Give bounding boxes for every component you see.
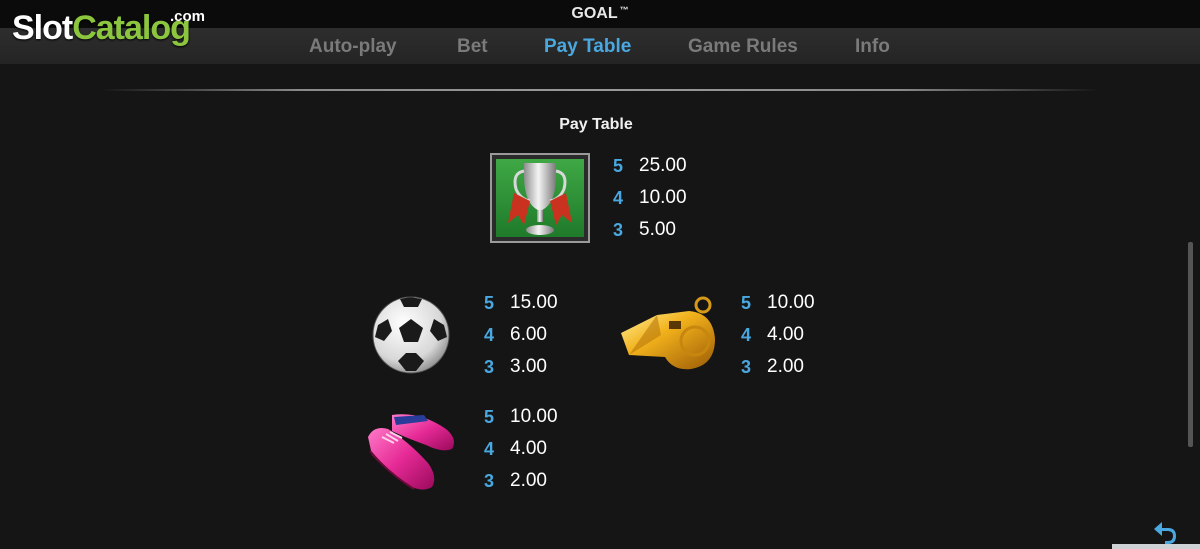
pay-value: 2.00 [510, 470, 547, 491]
pay-count: 4 [613, 188, 624, 208]
pay-value: 5.00 [639, 219, 676, 240]
paytable-title: Pay Table [559, 116, 633, 133]
pay-count: 5 [484, 407, 495, 427]
tab-pay-table[interactable]: Pay Table [544, 36, 631, 58]
header-divider [100, 89, 1100, 91]
logo-slot-text: Slot [12, 9, 73, 47]
back-arrow-icon [1154, 522, 1176, 544]
game-title-text: GOAL [571, 5, 618, 22]
tab-game-rules[interactable]: Game Rules [688, 36, 798, 58]
pay-count: 3 [613, 220, 624, 240]
slotcatalog-logo: SlotCatalog [12, 9, 191, 48]
pay-count: 4 [484, 325, 495, 345]
pay-value: 2.00 [767, 356, 804, 377]
scrollbar[interactable] [1188, 72, 1194, 472]
pay-count: 3 [484, 357, 495, 377]
back-button[interactable] [1152, 519, 1178, 545]
scrollbar-thumb[interactable] [1188, 242, 1193, 447]
pay-value: 3.00 [510, 356, 547, 377]
tab-auto-play[interactable]: Auto-play [309, 36, 397, 58]
pay-count: 5 [484, 293, 495, 313]
pay-value: 10.00 [510, 406, 558, 427]
pay-count: 3 [484, 471, 495, 491]
soccer-ball-symbol-icon [370, 295, 452, 375]
boots-symbol-icon [364, 407, 460, 493]
pay-value: 25.00 [639, 155, 687, 176]
pay-count: 5 [613, 156, 624, 176]
pay-value: 10.00 [767, 292, 815, 313]
pay-value: 10.00 [639, 187, 687, 208]
pay-count: 4 [484, 439, 495, 459]
pay-count: 4 [741, 325, 752, 345]
pay-value: 6.00 [510, 324, 547, 345]
whistle-symbol-icon [617, 293, 721, 377]
pay-count: 3 [741, 357, 752, 377]
logo-com-text: .com [170, 8, 206, 25]
trophy-symbol-icon [490, 153, 590, 243]
pay-value: 4.00 [510, 438, 547, 459]
trademark-mark: ™ [619, 5, 629, 15]
pay-count: 5 [741, 293, 752, 313]
pay-value: 15.00 [510, 292, 558, 313]
tab-bet[interactable]: Bet [457, 36, 488, 58]
tab-info[interactable]: Info [855, 36, 890, 58]
pay-value: 4.00 [767, 324, 804, 345]
